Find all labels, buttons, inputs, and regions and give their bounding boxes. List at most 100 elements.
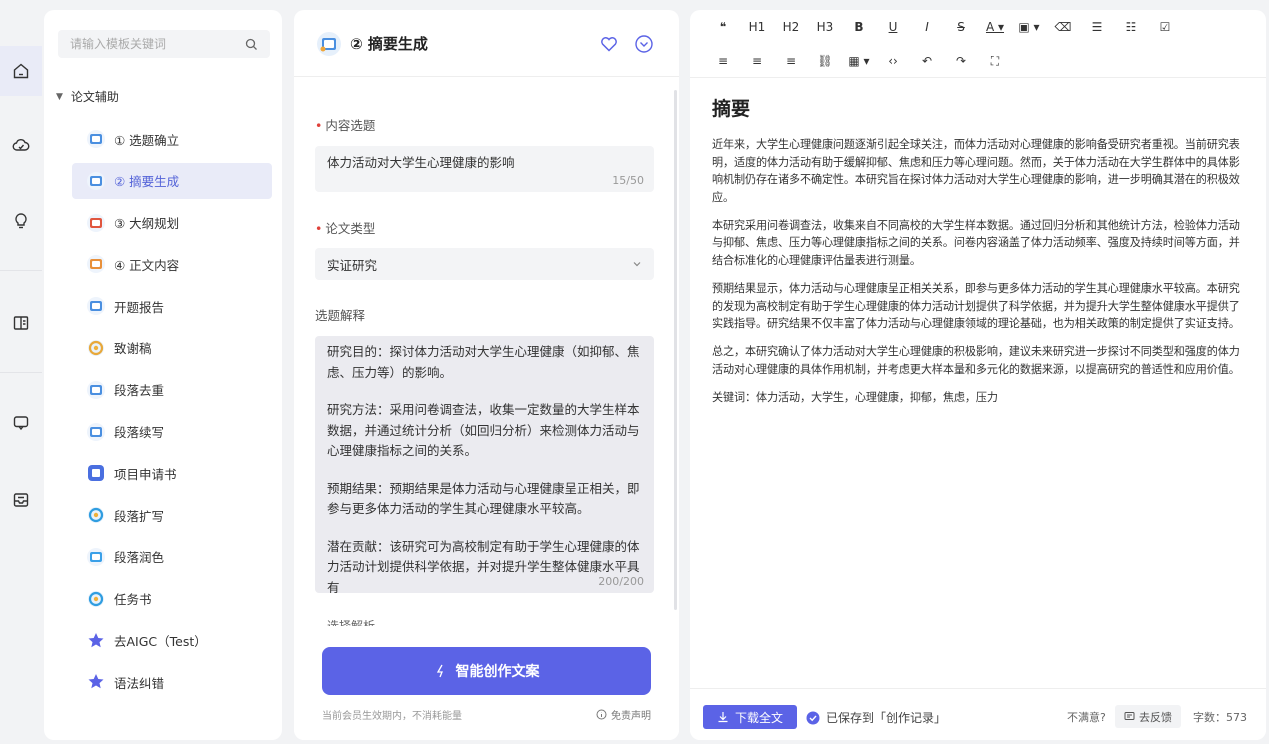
rail-divider [0, 372, 42, 373]
member-note: 当前会员生效期内，不消耗能量 [322, 711, 462, 722]
disclaimer-label: 免责声明 [611, 711, 651, 722]
generate-label: 智能创作文案 [455, 664, 540, 680]
template-item[interactable]: 段落去重 [72, 372, 272, 408]
feedback-button[interactable]: 去反馈 [1115, 705, 1181, 728]
word-count: 字数：573 [1193, 711, 1247, 724]
undo-icon[interactable]: ↶ [916, 50, 938, 72]
download-button[interactable]: 下载全文 [703, 705, 797, 729]
rail-home[interactable] [0, 46, 42, 96]
rail-cloud[interactable] [0, 120, 42, 170]
desc-paragraph: 预期结果：预期结果是体力活动与心理健康呈正相关，即参与更多体力活动的学生其心理健… [327, 480, 640, 517]
checklist-icon[interactable]: ☑ [1154, 16, 1176, 38]
generate-button[interactable]: 智能创作文案 [322, 647, 651, 695]
eraser-icon[interactable]: ⌫ [1052, 16, 1074, 38]
desc-paragraph: 研究目的：探讨体力活动对大学生心理健康（如抑郁、焦虑、压力等）的影响。 [327, 344, 640, 380]
fullscreen-icon[interactable]: ⛶ [984, 50, 1006, 72]
download-icon [718, 712, 728, 723]
template-search-input[interactable] [70, 37, 245, 51]
topic-label-text: 内容选题 [325, 118, 376, 133]
ordered-list-icon[interactable]: ☷ [1120, 16, 1142, 38]
feedback-icon [1124, 712, 1135, 720]
template-item[interactable]: ① 选题确立 [72, 121, 272, 157]
template-item-label: 段落续写 [114, 425, 165, 441]
chat-icon [13, 416, 29, 431]
report-icon [87, 297, 105, 316]
template-item[interactable]: ③ 大纲规划 [72, 205, 272, 241]
desc-text: 研究目的：探讨体力活动对大学生心理健康（如抑郁、焦虑、压力等）的影响。研究方法：… [327, 342, 642, 598]
underline-button[interactable]: U [882, 16, 904, 38]
link-icon[interactable]: ⛓ [814, 50, 836, 72]
toolbar-row-1: ❝ H1 H2 H3 B U I S A ▾ ▣ ▾ ⌫ ☰ ☷ ☑ [712, 16, 1188, 38]
chevron-circle-icon[interactable] [634, 34, 654, 54]
template-item[interactable]: 致谢稿 [72, 330, 272, 366]
template-item-label: 项目申请书 [114, 466, 177, 482]
type-label: • 论文类型 [315, 221, 376, 236]
form-scrollbar[interactable] [674, 90, 677, 610]
thesis-type-select[interactable]: 实证研究 [315, 248, 654, 280]
thesis-type-value: 实证研究 [327, 257, 378, 273]
h3-button[interactable]: H3 [814, 16, 836, 38]
dedupe-icon [87, 380, 105, 399]
h1-button[interactable]: H1 [746, 16, 768, 38]
redo-icon[interactable]: ↷ [950, 50, 972, 72]
rail-book[interactable] [0, 298, 42, 348]
topic-label: • 内容选题 [315, 118, 376, 133]
template-item[interactable]: 开题报告 [72, 288, 272, 324]
caret-down-icon: ▼ [56, 91, 63, 102]
form-header: ② 摘要生成 [294, 10, 679, 77]
type-label-text: 论文类型 [325, 221, 376, 236]
template-item[interactable]: 段落续写 [72, 414, 272, 450]
table-icon[interactable]: ▦ ▾ [848, 50, 870, 72]
template-item-label: 去AIGC（Test） [114, 634, 207, 650]
code-icon[interactable]: ‹› [882, 50, 904, 72]
strikethrough-button[interactable]: S [950, 16, 972, 38]
rail-inbox[interactable] [0, 475, 42, 525]
bullet-list-icon[interactable]: ☰ [1086, 16, 1108, 38]
search-icon[interactable] [245, 38, 258, 51]
info-icon [596, 709, 607, 720]
app: ▼ 论文辅助 ① 选题确立 ② 摘要生成 ③ 大纲规划 ④ 正文内容开题报告致谢稿段落… [0, 0, 1269, 744]
template-item[interactable]: ④ 正文内容 [72, 246, 272, 282]
disclaimer-link[interactable]: 免责声明 [596, 707, 651, 722]
template-item[interactable]: 语法纠错 [72, 664, 272, 700]
quote-icon[interactable]: ❝ [712, 16, 734, 38]
desc-paragraph: 研究方法：采用问卷调查法，收集一定数量的大学生样本数据，并通过统计分析（如回归分… [327, 402, 640, 458]
align-center-icon[interactable]: ≡ [746, 50, 768, 72]
template-item-label: 任务书 [114, 592, 152, 608]
content-icon [87, 255, 105, 274]
expand-icon [88, 507, 104, 524]
template-list: ① 选题确立 ② 摘要生成 ③ 大纲规划 ④ 正文内容 开题报告致谢稿段落去重段落续写项… [72, 121, 272, 706]
rail-idea[interactable] [0, 196, 42, 246]
template-item[interactable]: 段落润色 [72, 539, 272, 575]
template-item[interactable]: 段落扩写 [72, 497, 272, 533]
desc-char-count: 200/200 [598, 575, 644, 588]
template-item[interactable]: 任务书 [72, 581, 272, 617]
unsatisfied-text: 不满意? [1067, 711, 1106, 724]
align-left-icon[interactable]: ≡ [712, 50, 734, 72]
star-icon [88, 632, 104, 647]
form-panel: ② 摘要生成 • 内容选题 体力活动对大学生心理健康的影响 15/50 • 论文类型… [294, 10, 679, 740]
group-thesis-assist[interactable]: ▼ 论文辅助 [56, 88, 119, 105]
template-item[interactable]: 去AIGC（Test） [72, 623, 272, 659]
saved-text: 已保存到「创作记录」 [826, 711, 947, 725]
topic-input[interactable]: 体力活动对大学生心理健康的影响 15/50 [315, 146, 654, 192]
bold-button[interactable]: B [848, 16, 870, 38]
italic-button[interactable]: I [916, 16, 938, 38]
star-icon [88, 674, 104, 689]
rail-chat[interactable] [0, 398, 42, 448]
download-label: 下载全文 [734, 710, 783, 725]
heart-icon[interactable] [599, 34, 619, 54]
topic-explanation-input[interactable]: 研究目的：探讨体力活动对大学生心理健康（如抑郁、焦虑、压力等）的影响。研究方法：… [315, 336, 654, 595]
template-item[interactable]: 项目申请书 [72, 455, 272, 491]
task-icon [88, 590, 104, 607]
font-color-button[interactable]: A ▾ [984, 16, 1006, 38]
template-item-label: ① 选题确立 [114, 132, 180, 148]
align-right-icon[interactable]: ≡ [780, 50, 802, 72]
document-body[interactable]: 摘要 近年来，大学生心理健康问题逐渐引起全球关注，而体力活动对心理健康的影响备受… [712, 94, 1242, 417]
lightbulb-icon [15, 213, 27, 229]
h2-button[interactable]: H2 [780, 16, 802, 38]
inbox-icon [13, 493, 29, 507]
template-item-label: ② 摘要生成 [114, 174, 180, 190]
bg-color-button[interactable]: ▣ ▾ [1018, 16, 1040, 38]
template-item[interactable]: ② 摘要生成 [72, 162, 272, 199]
